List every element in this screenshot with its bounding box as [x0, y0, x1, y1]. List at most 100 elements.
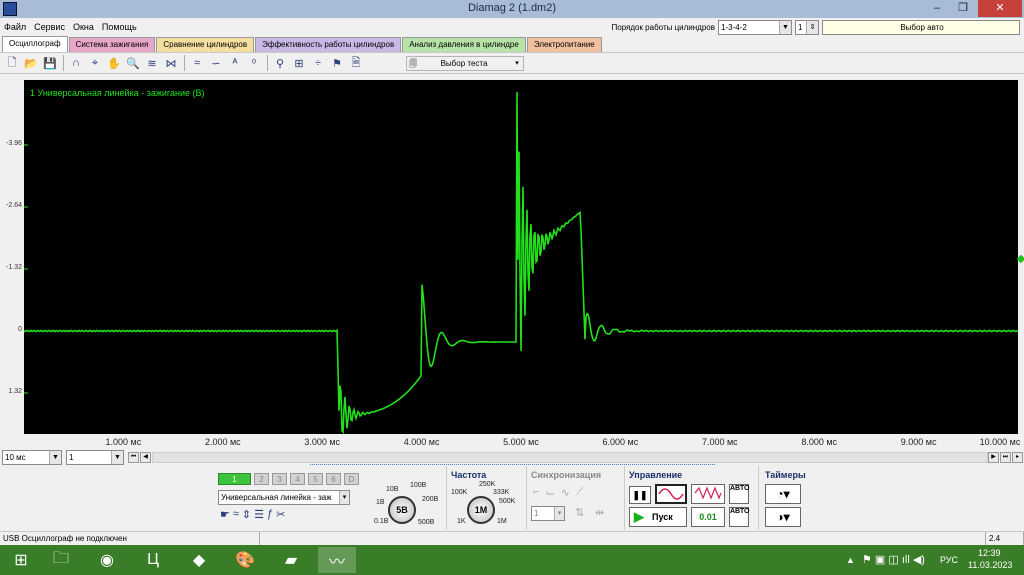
probe-select[interactable]: Универсальная линейка - заж ▾ — [218, 490, 350, 505]
tab-0[interactable]: Осциллограф — [2, 36, 68, 52]
taskbar: ⊞ 🗀 ◉ Ц ◆ 🎨 ▰ 〰 ▲ ⚑ ▣ ◫ ıll ◀) РУС 12:39… — [0, 545, 1024, 575]
timebase-select[interactable]: 10 мс ▼ — [2, 450, 62, 465]
tab-2[interactable]: Сравнение цилиндров — [156, 37, 255, 52]
tray-time[interactable]: 12:39 — [978, 548, 1001, 558]
falling-edge-icon[interactable]: ⌙ — [545, 486, 554, 499]
zero-icon[interactable]: ⁰ — [245, 54, 263, 72]
phase-wave-icon[interactable]: ∽ — [207, 54, 225, 72]
sync-move-icon[interactable]: ⇹ — [595, 506, 604, 519]
rising-edge-icon[interactable]: ⌐ — [533, 486, 539, 499]
tray-date[interactable]: 11.03.2023 — [968, 560, 1012, 570]
wave-icon[interactable]: ∩ — [67, 54, 85, 72]
tab-4[interactable]: Анализ давления в цилиндре — [402, 37, 526, 52]
stack-wave-icon[interactable]: ≈ — [188, 54, 206, 72]
trigger-level-marker[interactable] — [1016, 254, 1024, 264]
sync-slope-icon[interactable]: ⟋ — [576, 486, 584, 499]
page-icon[interactable]: 🗎 — [347, 54, 365, 72]
x-tick-label: 9.000 мс — [900, 437, 937, 447]
time-scrollbar[interactable] — [152, 452, 988, 463]
table-icon[interactable]: ⊞ — [290, 54, 308, 72]
scroll-right-button[interactable]: ▶ — [988, 452, 999, 463]
menu-item-windows[interactable]: Окна — [69, 18, 98, 36]
scroll-last-button[interactable]: ⏭ — [1000, 452, 1011, 463]
channel-button-4[interactable]: 4 — [290, 473, 305, 485]
visual-studio-icon[interactable]: ◆ — [180, 547, 218, 573]
tray-expand-icon[interactable]: ▲ — [846, 555, 855, 565]
windows-start-icon[interactable]: ⊞ — [2, 547, 40, 573]
timer-add-button[interactable]: ◔▾ — [765, 484, 801, 504]
arrows-updown-icon[interactable]: ⇕ — [242, 508, 251, 521]
pause-button[interactable]: ❚❚ — [629, 486, 651, 504]
lines-icon[interactable]: ☰ — [254, 508, 264, 521]
scroll-first-button[interactable]: ⏮ — [128, 452, 139, 463]
zoom-icon[interactable]: 🔍 — [124, 54, 142, 72]
hand-icon[interactable]: ✋ — [105, 54, 123, 72]
notes-icon[interactable]: ▰ — [272, 547, 310, 573]
chrome-icon[interactable]: ◉ — [88, 547, 126, 573]
x-tick-label: 10.000 мс — [979, 437, 1021, 447]
menu-item-help[interactable]: Помощь — [98, 18, 141, 36]
divide-icon[interactable]: ÷ — [309, 54, 327, 72]
auto-button[interactable]: АВТО — [729, 484, 749, 504]
function-icon[interactable]: ƒ — [267, 508, 273, 521]
office-icon[interactable]: Ц — [134, 547, 172, 573]
wave-multi-icon[interactable]: ≋ — [143, 54, 161, 72]
oscilloscope-display[interactable]: 1 Универсальная линейка - зажигание (В) — [23, 80, 1019, 435]
toolbar-separator — [184, 55, 185, 71]
waveform-trace — [23, 91, 1019, 435]
zigzag-wave-icon — [694, 486, 722, 500]
tray-language[interactable]: РУС — [940, 555, 958, 565]
sync-adjust-icon[interactable]: ⇅ — [575, 506, 584, 519]
sync-channel-select[interactable]: 1 ▾ — [531, 506, 565, 521]
menu-item-file[interactable]: Файл — [0, 18, 30, 36]
channel-button-2[interactable]: 2 — [254, 473, 269, 485]
save-icon[interactable]: 💾 — [41, 54, 59, 72]
channel-select[interactable]: 1 ▼ — [66, 450, 124, 465]
range-knob[interactable]: 5В — [388, 496, 416, 524]
sine-mode-button[interactable] — [655, 484, 687, 504]
auto-select-button[interactable]: Выбор авто — [822, 19, 1020, 35]
tab-1[interactable]: Система зажигания — [68, 37, 156, 52]
cylinder-order-select[interactable]: 1-3-4-2 ▼ — [718, 19, 792, 35]
test-select[interactable]: 🗐 Выбор теста ▾ — [406, 55, 524, 71]
new-file-icon[interactable]: 🗋 — [3, 54, 21, 72]
file-explorer-icon[interactable]: 🗀 — [42, 547, 80, 573]
auto-icon[interactable]: ᴬ — [226, 54, 244, 72]
start-button[interactable]: ▶ Пуск — [629, 507, 687, 527]
paint-icon[interactable]: 🎨 — [226, 547, 264, 573]
filter-icon[interactable]: ⚲ — [271, 54, 289, 72]
channel-button-6[interactable]: 6 — [326, 473, 341, 485]
tools-icon[interactable]: ✂ — [276, 508, 285, 521]
menu-item-service[interactable]: Сервис — [30, 18, 69, 36]
tab-5[interactable]: Электропитание — [526, 37, 602, 52]
channel-button-1[interactable]: 1 — [218, 473, 251, 485]
wave-icon[interactable]: ≈ — [233, 508, 239, 521]
cylinder-number-value: 1 — [798, 22, 803, 32]
step-value[interactable]: 0.01 — [691, 507, 725, 527]
auto-save-button[interactable]: АВТО — [729, 507, 749, 527]
toolbar: 🗋 📂 💾 ∩ ⌖ ✋ 🔍 ≋ ⋈ ≈ ∽ ᴬ ⁰ ⚲ ⊞ ÷ ⚑ 🗎 🗐 Выбор теста ▾ — [0, 52, 1024, 74]
probe-icon[interactable]: ☛ — [220, 508, 230, 521]
close-button[interactable]: ✕ — [978, 0, 1022, 17]
open-folder-icon[interactable]: 📂 — [22, 54, 40, 72]
tray-system-icons[interactable]: ⚑ ▣ ◫ ıll ◀) — [862, 553, 925, 566]
minimize-button[interactable]: – — [924, 0, 950, 17]
y-tick-label: 0 — [18, 326, 22, 333]
maximize-button[interactable]: ❐ — [950, 0, 976, 17]
x-tick-label: 7.000 мс — [701, 437, 738, 447]
timer-select-button[interactable]: ◑▾ — [765, 507, 801, 527]
tab-3[interactable]: Эффективность работы цилиндров — [255, 37, 402, 52]
channel-button-5[interactable]: 5 — [308, 473, 323, 485]
scroll-end-button[interactable]: ▸ — [1012, 452, 1023, 463]
split-wave-icon[interactable]: ⋈ — [162, 54, 180, 72]
cylinder-number-spinner[interactable]: 1 ⇕ — [795, 19, 819, 35]
channel-button-d[interactable]: D — [344, 473, 359, 485]
cursor-icon[interactable]: ⌖ — [86, 54, 104, 72]
zigzag-mode-button[interactable] — [691, 484, 725, 504]
sync-wave-icon[interactable]: ∿ — [561, 486, 570, 499]
flag-icon[interactable]: ⚑ — [328, 54, 346, 72]
frequency-knob[interactable]: 1M — [467, 496, 495, 524]
channel-button-3[interactable]: 3 — [272, 473, 287, 485]
scroll-left-button[interactable]: ◀ — [140, 452, 151, 463]
diamag-icon[interactable]: 〰 — [318, 547, 356, 573]
